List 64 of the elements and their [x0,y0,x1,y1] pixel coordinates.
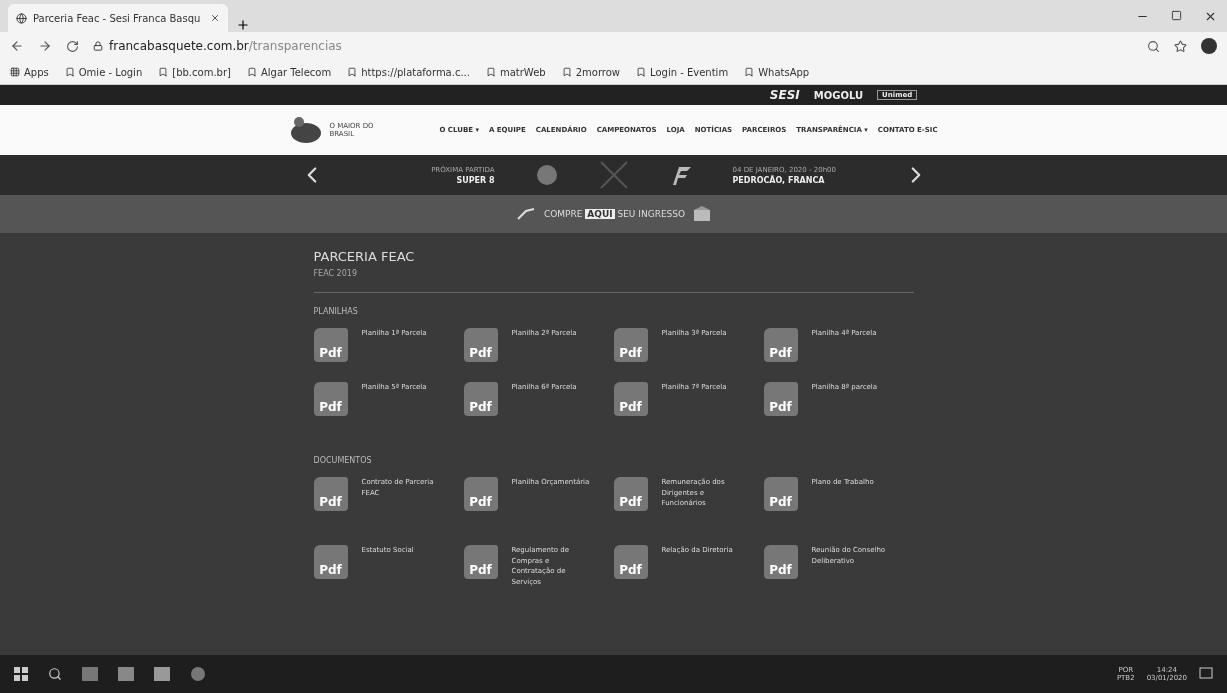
page-title: PARCERIA FEAC [313,249,416,264]
pdf-file-icon[interactable]: Pdf [313,328,348,362]
new-tab-icon[interactable] [236,18,250,32]
club-logo-icon[interactable] [289,115,324,145]
bookmark-icon [561,67,572,77]
pdf-file-icon[interactable]: Pdf [763,477,798,511]
reload-icon[interactable] [66,39,79,53]
competition-name: SUPER 8 [456,175,495,185]
pdf-file-icon[interactable]: Pdf [763,328,798,362]
apps-grid-icon [10,67,20,77]
pdf-file-icon[interactable]: Pdf [463,545,498,579]
page-subtitle: FEAC 2019 [313,269,914,293]
bookmark[interactable]: https://plataforma.c... [347,66,470,78]
bookmark-icon [158,67,169,77]
bookmark-icon [636,67,647,77]
bookmark-icon [347,67,358,77]
back-icon[interactable] [10,39,24,53]
bookmark[interactable]: WhatsApp [744,66,810,78]
profile-avatar[interactable] [1201,38,1217,54]
lock-icon [93,41,103,51]
notification-icon[interactable] [1199,667,1213,681]
pdf-file-icon[interactable]: Pdf [313,477,348,511]
pdf-file-icon[interactable]: Pdf [463,328,498,362]
bookmark-icon [64,67,75,77]
bookmark-icon [485,67,496,77]
pdf-file-icon[interactable]: Pdf [613,477,648,511]
bookmark[interactable]: matrWeb [485,66,546,78]
forward-icon[interactable] [38,39,52,53]
globe-icon [16,12,27,24]
maximize-icon[interactable] [1171,9,1182,21]
sponsor-logo[interactable]: SESI [769,88,800,102]
start-icon[interactable] [14,667,28,681]
ticket-link[interactable]: COMPRE AQUI SEU INGRESSO [543,209,686,219]
bookmark[interactable]: Apps [10,66,49,78]
versus-cross-icon [598,160,629,190]
bookmark-icon [246,67,257,77]
close-tab-icon[interactable] [210,13,220,23]
bookmark[interactable]: Login - Eventim [636,66,729,78]
sponsor-logo[interactable]: MOGOLU [813,89,864,101]
search-icon[interactable] [48,667,62,681]
section-title: PLANILHAS [313,307,359,316]
zoom-icon[interactable] [1147,39,1160,53]
pdf-file-icon[interactable]: Pdf [463,477,498,511]
browser-tab[interactable]: Parceria Feac - Sesi Franca Basqu [8,4,228,32]
bookmark[interactable]: Algar Telecom [246,66,332,78]
section-title: DOCUMENTOS [313,456,373,465]
pdf-file-icon[interactable]: Pdf [613,328,648,362]
bookmark[interactable]: Omie - Login [64,66,143,78]
browser-app-icon[interactable] [190,666,206,682]
pdf-file-icon[interactable]: Pdf [613,382,648,416]
pdf-file-icon[interactable]: Pdf [763,382,798,416]
pdf-file-icon[interactable]: Pdf [763,545,798,579]
player-icon [515,207,536,221]
match-venue: PEDROCÃO, FRANCA [732,175,825,185]
pdf-file-icon[interactable]: Pdf [313,382,348,416]
stadium-icon [693,206,712,222]
pdf-file-icon[interactable]: Pdf [313,545,348,579]
pdf-file-icon[interactable]: Pdf [463,382,498,416]
bookmark[interactable]: [bb.com.br] [158,66,231,78]
bookmark-icon [744,67,755,77]
team-crest-icon [534,163,559,187]
pdf-file-icon[interactable]: Pdf [613,545,648,579]
star-icon[interactable] [1174,39,1187,53]
bookmark[interactable]: 2morrow [561,66,621,78]
